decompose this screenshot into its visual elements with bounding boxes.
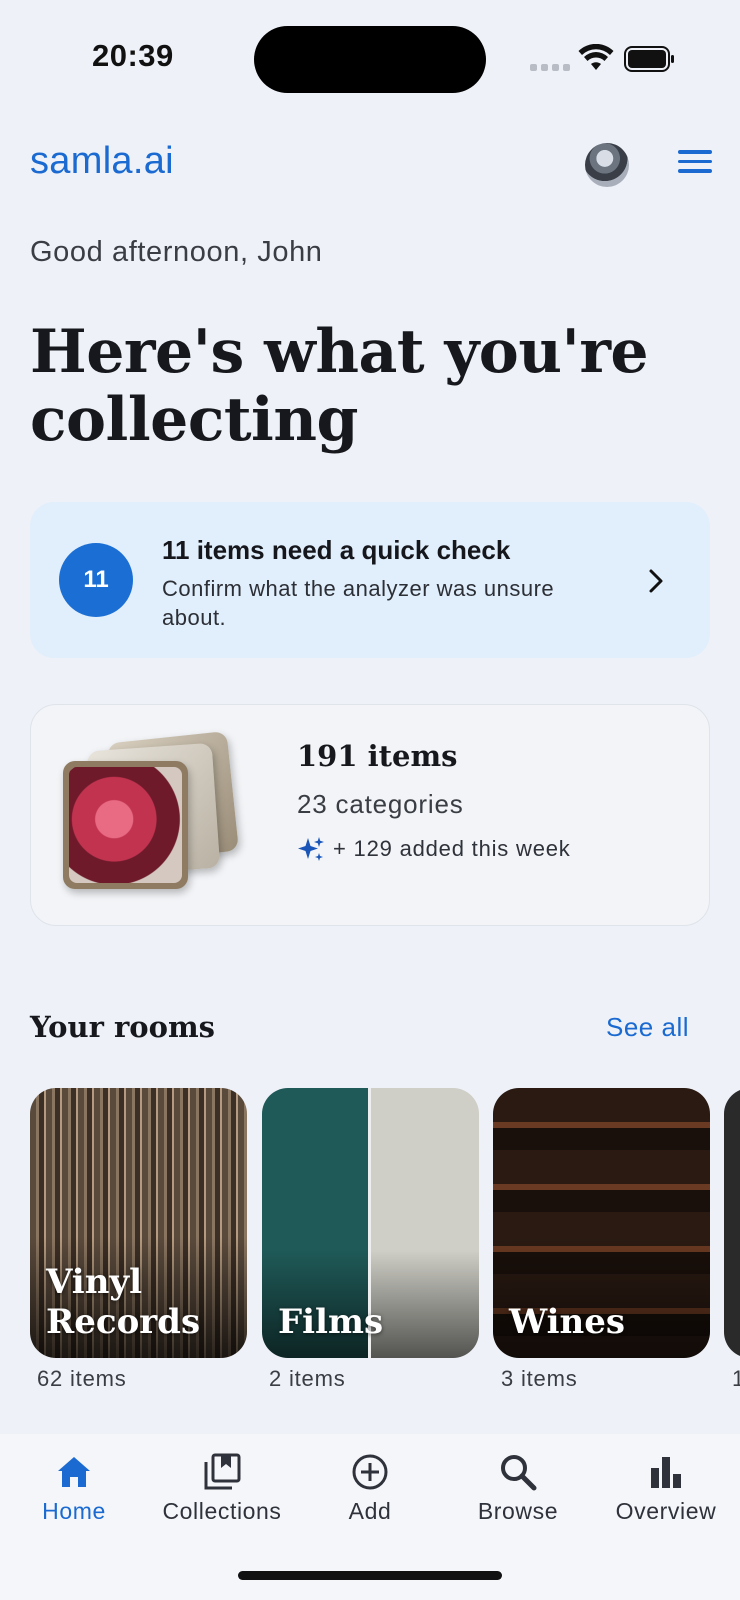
room-name: Vinyl Records — [46, 1262, 201, 1342]
status-time: 20:39 — [92, 38, 174, 73]
quick-check-count-badge: 11 — [59, 543, 133, 617]
added-this-week: + 129 added this week — [297, 835, 571, 863]
avatar[interactable] — [585, 143, 629, 187]
home-indicator — [238, 1571, 502, 1580]
nav-label: Overview — [615, 1498, 717, 1524]
battery-icon — [624, 46, 674, 72]
bar-chart-icon — [651, 1457, 681, 1488]
nav-add[interactable]: Add — [296, 1452, 444, 1525]
status-bar: 20:39 — [0, 0, 740, 120]
record-stack-image — [61, 731, 241, 901]
collections-icon — [204, 1453, 241, 1490]
wifi-icon — [578, 44, 614, 70]
sparkle-icon — [298, 837, 324, 861]
add-icon — [352, 1454, 388, 1490]
nav-browse[interactable]: Browse — [444, 1452, 592, 1525]
room-item-count: 62 items — [37, 1366, 127, 1391]
chevron-right-icon — [649, 569, 663, 593]
total-items: 191 items — [297, 739, 458, 773]
room-item-count: 1 — [732, 1366, 740, 1391]
nav-home[interactable]: Home — [0, 1452, 148, 1525]
quick-check-card[interactable]: 11 11 items need a quick check Confirm w… — [30, 502, 710, 658]
room-card-partial[interactable] — [724, 1088, 740, 1358]
nav-label: Home — [42, 1498, 106, 1524]
nav-collections[interactable]: Collections — [148, 1452, 296, 1525]
quick-check-description: Confirm what the analyzer was unsure abo… — [162, 576, 555, 630]
page-title: Here's what you're collecting — [30, 317, 649, 455]
home-icon — [58, 1457, 90, 1487]
see-all-rooms-link[interactable]: See all — [606, 1012, 689, 1043]
brand-logo[interactable]: samla.ai — [30, 140, 174, 183]
added-this-week-label: + 129 added this week — [333, 836, 571, 861]
search-icon — [501, 1455, 537, 1491]
nav-label: Add — [348, 1498, 392, 1524]
room-card-vinyl-records[interactable]: Vinyl Records — [30, 1088, 247, 1358]
total-categories: 23 categories — [297, 789, 464, 819]
room-name: Wines — [509, 1302, 625, 1342]
dynamic-island — [254, 26, 486, 93]
cellular-signal-icon — [530, 64, 570, 71]
nav-label: Collections — [162, 1498, 282, 1524]
greeting-text: Good afternoon, John — [30, 236, 323, 268]
room-card-films[interactable]: Films — [262, 1088, 479, 1358]
quick-check-title: 11 items need a quick check — [162, 535, 511, 565]
room-item-count: 2 items — [269, 1366, 346, 1391]
collection-stats-card[interactable]: 191 items 23 categories + 129 added this… — [30, 704, 710, 926]
room-item-count: 3 items — [501, 1366, 578, 1391]
rooms-section-title: Your rooms — [30, 1010, 215, 1044]
room-card-wines[interactable]: Wines — [493, 1088, 710, 1358]
room-name: Films — [278, 1302, 384, 1342]
menu-icon[interactable] — [678, 150, 712, 180]
nav-overview[interactable]: Overview — [592, 1452, 740, 1525]
nav-label: Browse — [477, 1498, 559, 1524]
